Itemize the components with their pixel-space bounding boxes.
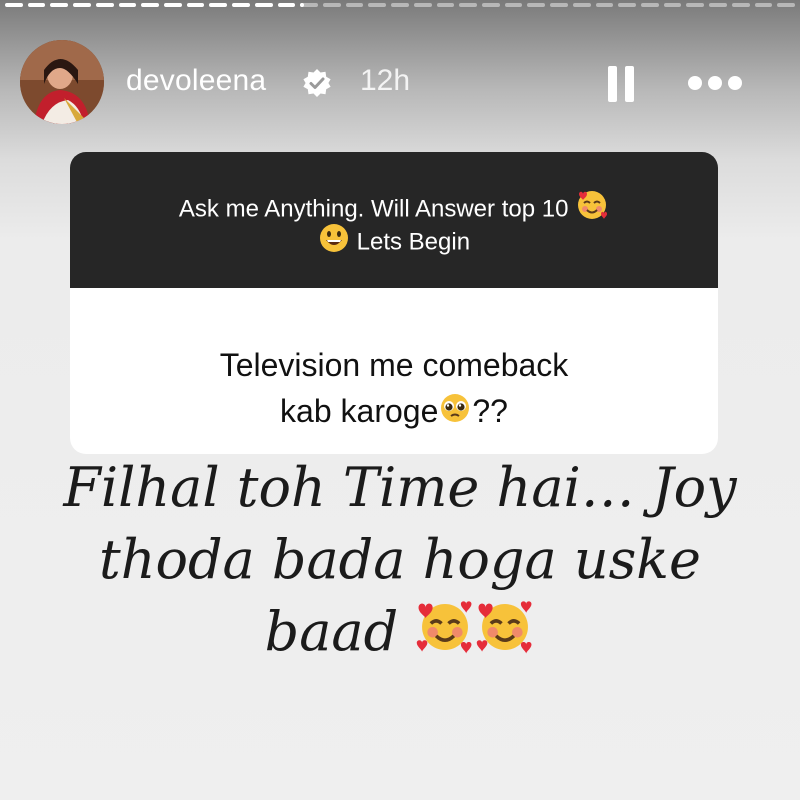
story-progress-segment <box>186 3 205 7</box>
post-time: 12h <box>360 64 411 97</box>
story-progress-segment <box>618 3 636 7</box>
question-suffix: ?? <box>472 393 508 429</box>
story-progress-segment <box>50 3 69 7</box>
story-progress-segment <box>709 3 727 7</box>
story-progress-segment <box>550 3 568 7</box>
story-progress-segment <box>95 3 114 7</box>
answer-line-1: Filhal toh Time hai… Joy <box>63 456 737 519</box>
smiling-face-with-hearts-icon <box>415 597 475 675</box>
story-progress-segment <box>164 3 182 7</box>
story-progress-segment <box>323 3 341 7</box>
story-progress-segment <box>754 3 773 7</box>
question-sticker: Ask me Anything. Will Answer top 10 Lets… <box>70 152 718 454</box>
answer-line-3: baad <box>264 600 399 663</box>
prompt-line-1: Ask me Anything. Will Answer top 10 <box>178 195 569 223</box>
smiling-face-with-hearts-icon <box>475 597 535 675</box>
story-progress-segment <box>663 3 682 7</box>
username[interactable]: devoleena <box>126 64 266 98</box>
story-progress-segment <box>459 3 477 7</box>
answer-line-2: thoda bada hoga uske <box>99 528 701 591</box>
story-progress-bar <box>0 3 800 8</box>
story-progress-segment <box>5 3 23 7</box>
story-progress-segment <box>391 3 409 7</box>
story-progress-segment <box>777 3 795 7</box>
story-progress-segment <box>300 3 318 7</box>
story-progress-segment <box>731 3 750 7</box>
question-text: Television me comeback kab karoge ?? <box>70 342 718 437</box>
verified-badge-icon <box>302 68 332 98</box>
story-progress-segment <box>118 3 137 7</box>
answer-text: Filhal toh Time hai… Joy thoda bada hoga… <box>40 452 760 675</box>
story-progress-segment <box>686 3 705 7</box>
story-progress-segment <box>436 3 455 7</box>
story-progress-segment <box>232 3 250 7</box>
story-progress-fill <box>300 3 304 7</box>
question-line-2: kab karoge <box>280 393 439 429</box>
question-prompt: Ask me Anything. Will Answer top 10 Lets… <box>70 152 718 288</box>
story-header: devoleena 12h <box>20 40 780 130</box>
story-progress-segment <box>641 3 659 7</box>
story-progress-segment <box>527 3 546 7</box>
prompt-line-2: Lets Begin <box>356 228 471 256</box>
story-progress-segment <box>413 3 432 7</box>
avatar-image <box>20 40 104 124</box>
story-progress-segment <box>141 3 159 7</box>
avatar[interactable] <box>20 40 104 124</box>
story-progress-segment <box>368 3 387 7</box>
story-progress-segment <box>572 3 591 7</box>
story-progress-segment <box>504 3 523 7</box>
story-progress-segment <box>482 3 500 7</box>
pleading-face-icon <box>438 391 472 437</box>
grinning-face-icon <box>318 222 350 264</box>
story-progress-segment <box>277 3 296 7</box>
question-line-1: Television me comeback <box>219 347 569 383</box>
story-progress-segment <box>595 3 614 7</box>
story-progress-segment <box>345 3 364 7</box>
story-progress-segment <box>209 3 228 7</box>
story-progress-segment <box>73 3 91 7</box>
story-progress-segment <box>254 3 273 7</box>
pause-icon[interactable] <box>608 66 636 102</box>
more-dots-icon[interactable] <box>688 74 744 92</box>
story-progress-segment <box>27 3 46 7</box>
